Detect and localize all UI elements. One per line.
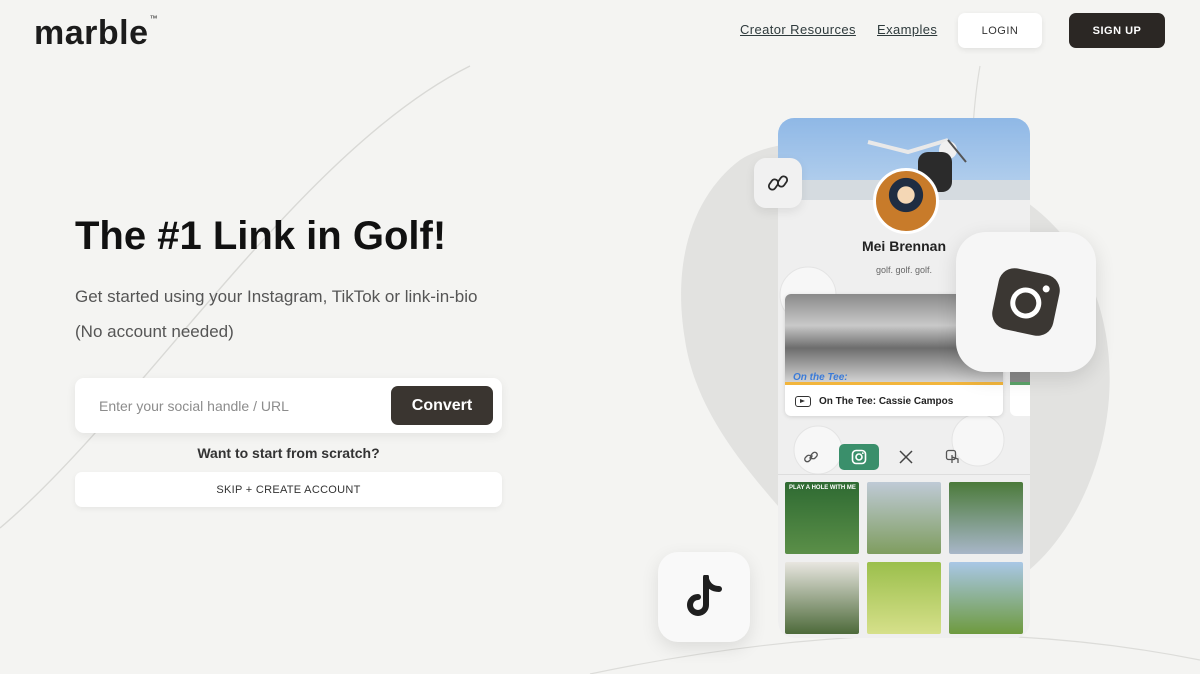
- tab-instagram[interactable]: [839, 444, 879, 470]
- grid-thumb[interactable]: [867, 562, 941, 634]
- nav-creator-resources[interactable]: Creator Resources: [740, 22, 856, 37]
- profile-avatar: [873, 168, 939, 234]
- thumb-caption: PLAY A HOLE WITH ME: [789, 485, 856, 491]
- grid-thumb[interactable]: [785, 562, 859, 634]
- tab-links[interactable]: [793, 444, 829, 470]
- grid-thumb[interactable]: [867, 482, 941, 554]
- signup-button[interactable]: SIGN UP: [1069, 13, 1165, 48]
- grid-thumb[interactable]: [949, 482, 1023, 554]
- profile-tabs: [778, 440, 1030, 475]
- logo-text: marble: [34, 14, 149, 52]
- convert-button[interactable]: Convert: [391, 386, 493, 425]
- skip-create-account-button[interactable]: SKIP + CREATE ACCOUNT: [75, 472, 502, 507]
- tap-icon: [945, 449, 959, 463]
- profile-preview-phone: Mei Brennan golf. golf. golf. On the Tee…: [778, 118, 1030, 638]
- social-handle-input[interactable]: [97, 390, 381, 422]
- link-icon: [767, 175, 789, 191]
- nav-examples[interactable]: Examples: [877, 22, 937, 37]
- hero-subtitle-note: (No account needed): [75, 322, 234, 341]
- tab-x[interactable]: [888, 444, 924, 470]
- marble-logo[interactable]: marble™: [34, 14, 158, 53]
- login-button[interactable]: LOGIN: [958, 13, 1042, 48]
- floating-link-badge: [754, 158, 802, 208]
- link-icon: [804, 451, 818, 463]
- tab-tap[interactable]: [935, 444, 971, 470]
- floating-instagram-badge: [956, 232, 1096, 372]
- video-title: On The Tee: Cassie Campos: [819, 395, 954, 407]
- youtube-icon: [795, 395, 811, 407]
- instagram-icon: [851, 449, 867, 465]
- hero-title: The #1 Link in Golf!: [75, 214, 447, 258]
- x-icon: [899, 450, 913, 464]
- grid-thumb[interactable]: [949, 562, 1023, 634]
- scratch-question: Want to start from scratch?: [197, 445, 380, 461]
- hero-subtitle: Get started using your Instagram, TikTok…: [75, 287, 478, 306]
- logo-trademark: ™: [149, 14, 158, 23]
- convert-form: Convert: [75, 378, 502, 433]
- tiktok-icon: [687, 575, 722, 616]
- grid-thumb[interactable]: PLAY A HOLE WITH ME: [785, 482, 859, 554]
- floating-tiktok-badge: [658, 552, 750, 642]
- instagram-icon: [992, 268, 1060, 336]
